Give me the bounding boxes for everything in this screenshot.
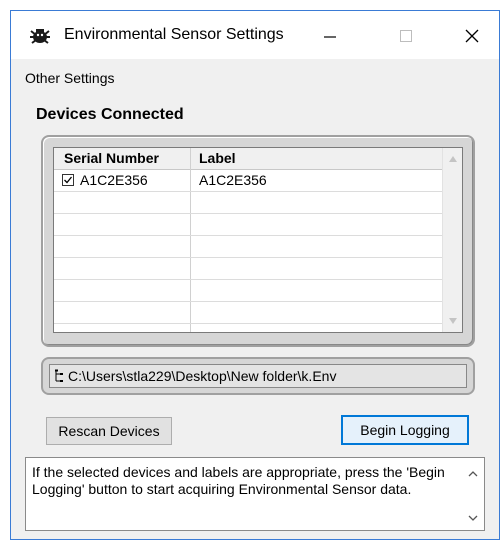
- tree-icon: [55, 369, 63, 382]
- rescan-devices-button[interactable]: Rescan Devices: [46, 417, 172, 445]
- minimize-icon: [324, 36, 336, 38]
- status-message-box[interactable]: If the selected devices and labels are a…: [25, 457, 485, 531]
- close-icon: [465, 29, 479, 43]
- checkmark-icon: [64, 176, 73, 184]
- chevron-up-icon[interactable]: [462, 464, 484, 484]
- menu-bar: Other Settings: [11, 59, 499, 95]
- empty-row[interactable]: [54, 192, 444, 214]
- window-title: Environmental Sensor Settings: [64, 26, 284, 43]
- status-message-text: If the selected devices and labels are a…: [32, 464, 445, 497]
- empty-row[interactable]: [54, 280, 444, 302]
- file-path-group: C:\Users\stla229\Desktop\New folder\k.En…: [41, 357, 475, 395]
- empty-row[interactable]: [54, 214, 444, 236]
- grid-header: Serial Number Label: [54, 148, 444, 170]
- scroll-up-icon[interactable]: [443, 150, 462, 168]
- menu-other-settings[interactable]: Other Settings: [25, 69, 115, 87]
- device-row[interactable]: A1C2E356 A1C2E356: [54, 170, 444, 192]
- grid-scrollbar[interactable]: [442, 148, 462, 332]
- maximize-icon: [400, 30, 412, 42]
- client-area: Devices Connected Serial Number Label A1…: [11, 95, 499, 539]
- minimize-button[interactable]: [307, 19, 353, 53]
- empty-row[interactable]: [54, 236, 444, 258]
- empty-row[interactable]: [54, 258, 444, 280]
- devices-group: Serial Number Label A1C2E356 A1C2E356: [41, 135, 475, 347]
- column-header-label[interactable]: Label: [199, 150, 236, 167]
- message-scrollbar[interactable]: [462, 458, 484, 530]
- column-header-serial[interactable]: Serial Number: [64, 150, 159, 167]
- bug-icon: [30, 29, 50, 44]
- device-serial: A1C2E356: [80, 172, 148, 188]
- title-bar[interactable]: Environmental Sensor Settings: [11, 11, 499, 59]
- device-checkbox[interactable]: [62, 174, 74, 186]
- close-button[interactable]: [449, 19, 495, 53]
- scroll-down-icon[interactable]: [443, 312, 462, 330]
- file-path-field[interactable]: C:\Users\stla229\Desktop\New folder\k.En…: [49, 364, 467, 388]
- desktop-background: [0, 0, 10, 547]
- begin-logging-button[interactable]: Begin Logging: [341, 415, 469, 445]
- devices-heading: Devices Connected: [36, 106, 184, 123]
- device-label[interactable]: A1C2E356: [199, 172, 267, 189]
- settings-window: Environmental Sensor Settings Other Sett…: [10, 10, 500, 540]
- maximize-button[interactable]: [383, 19, 429, 53]
- file-path-text: C:\Users\stla229\Desktop\New folder\k.En…: [68, 368, 337, 384]
- empty-row[interactable]: [54, 302, 444, 324]
- devices-grid[interactable]: Serial Number Label A1C2E356 A1C2E356: [53, 147, 463, 333]
- chevron-down-icon[interactable]: [462, 508, 484, 528]
